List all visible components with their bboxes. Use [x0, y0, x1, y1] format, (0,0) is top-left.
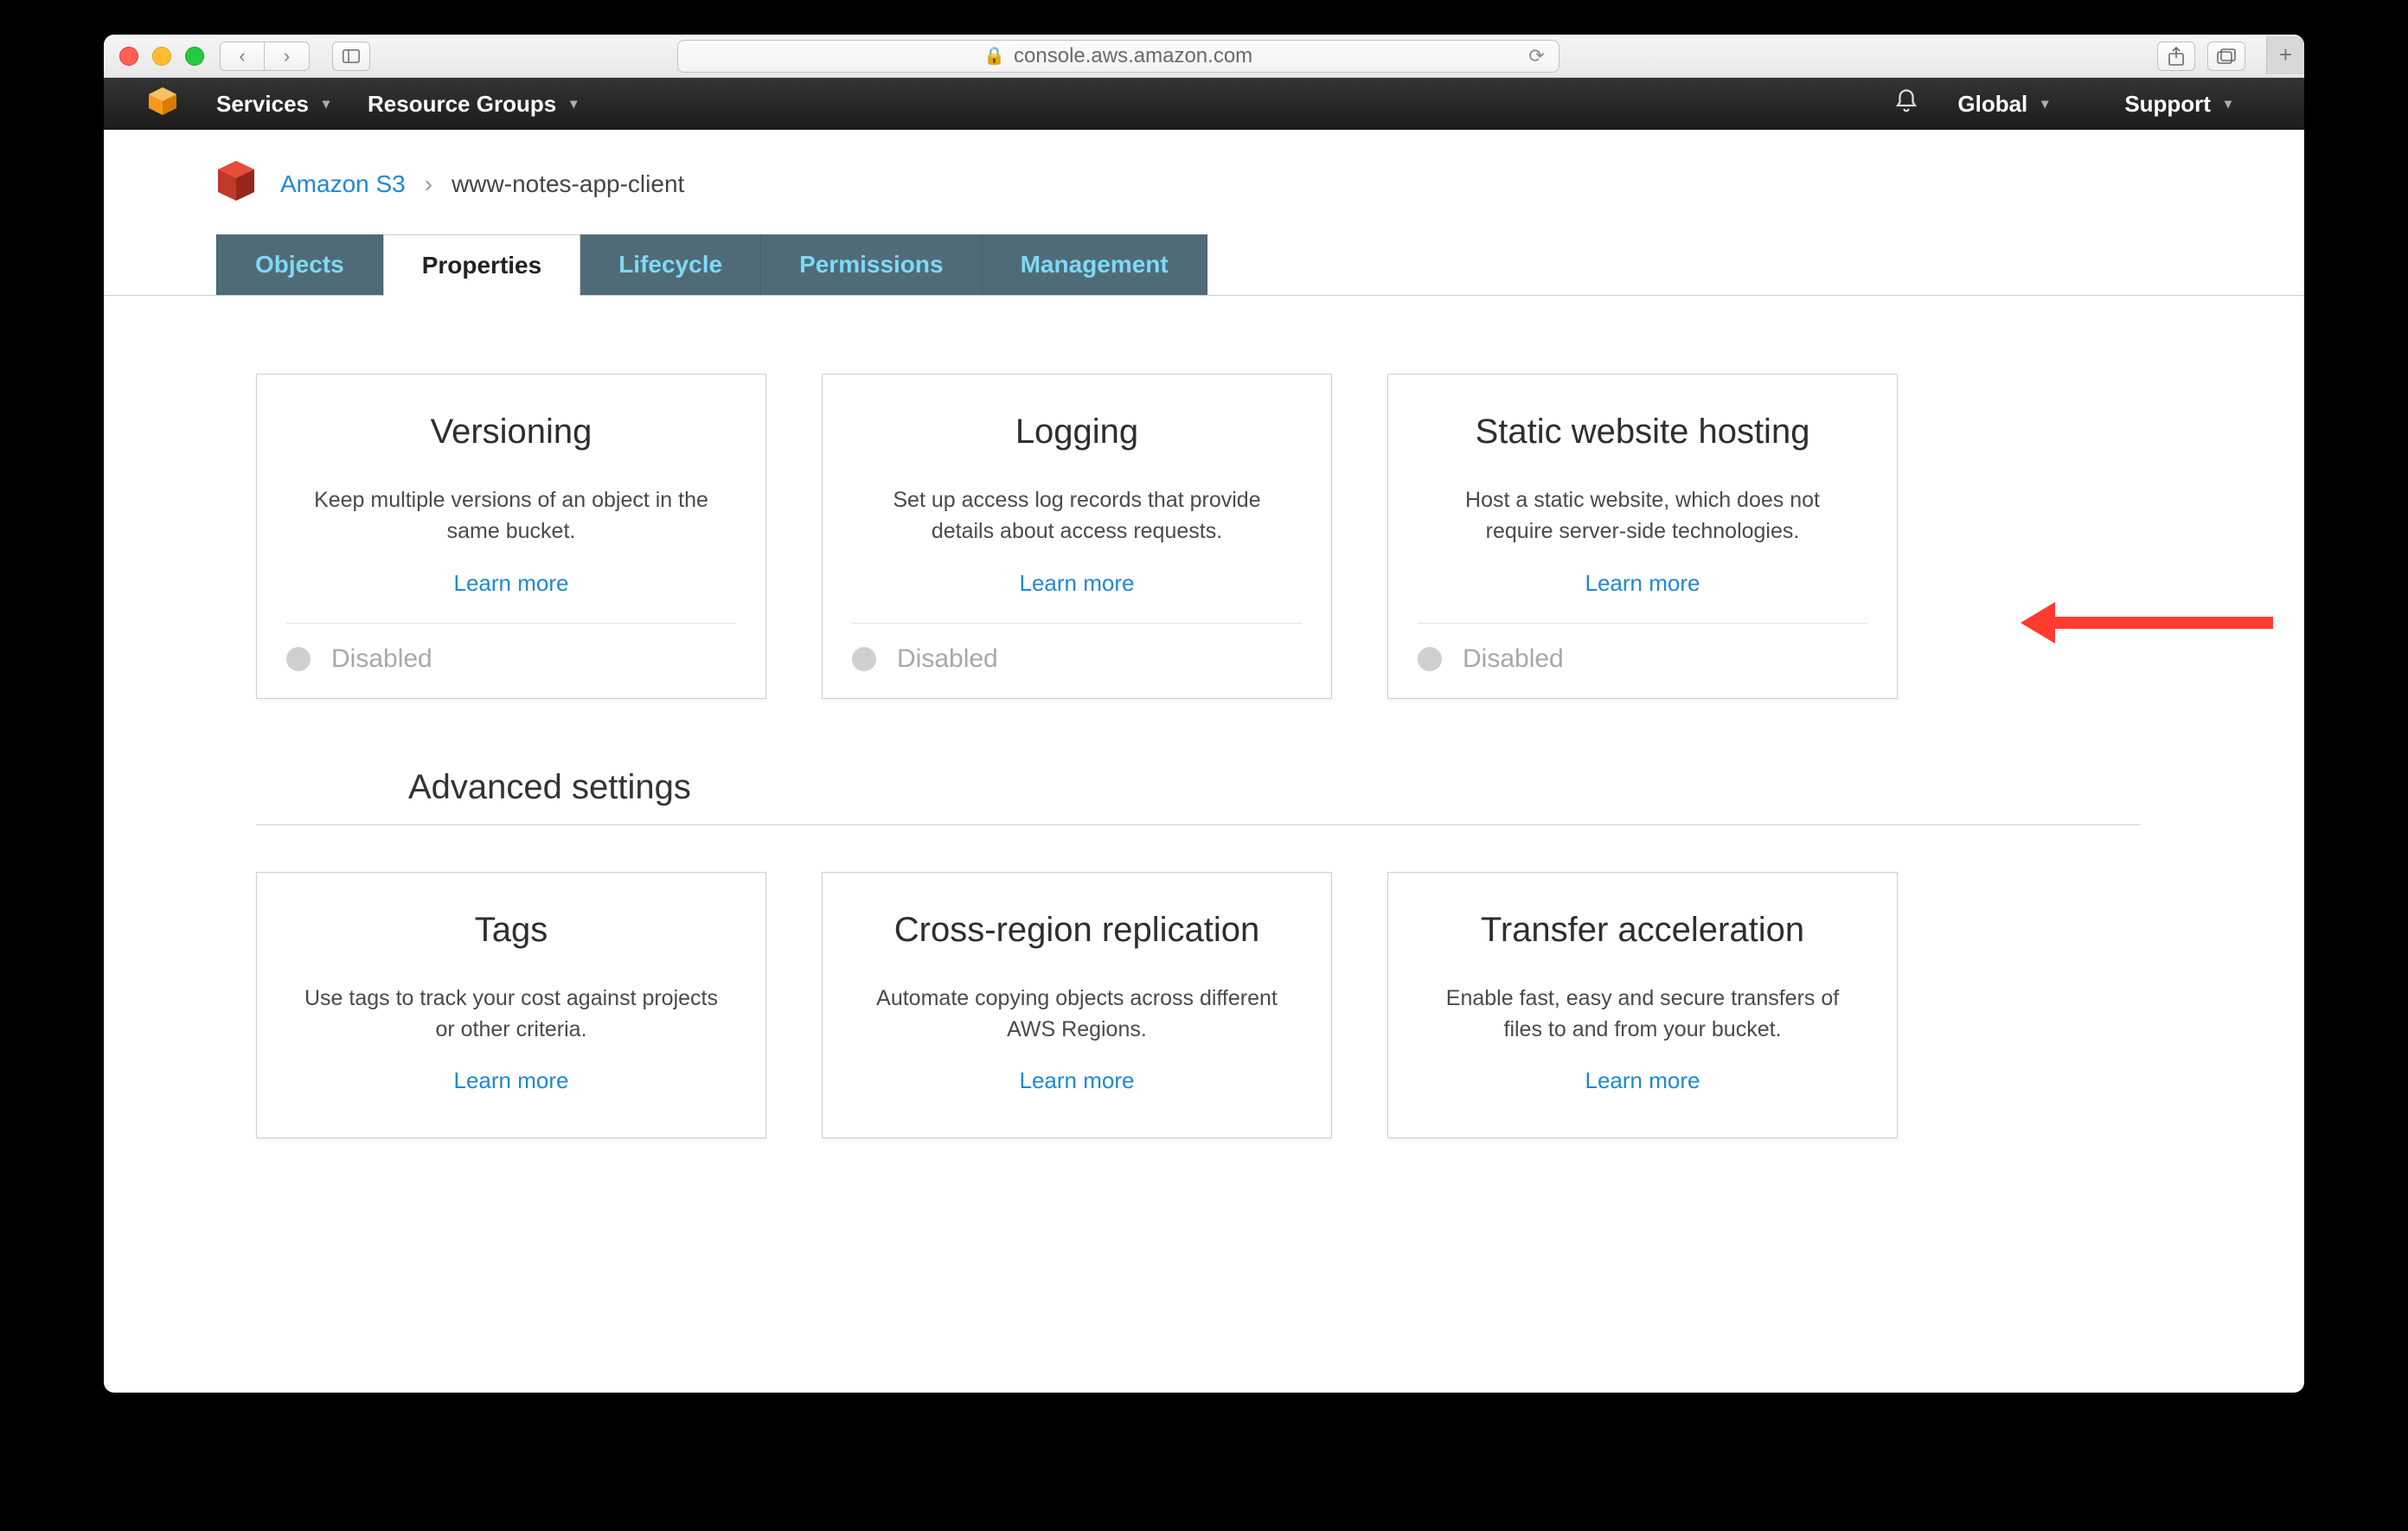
status-indicator-icon	[286, 647, 311, 671]
page-content: Amazon S3 › www-notes-app-client Objects…	[104, 130, 2304, 1138]
breadcrumb-service-link[interactable]: Amazon S3	[280, 170, 406, 198]
browser-titlebar: ‹ › 🔒 console.aws.amazon.com ⟳ +	[104, 35, 2304, 78]
share-icon	[2168, 47, 2185, 66]
card-footer: Disabled	[1418, 623, 1867, 698]
new-tab-button[interactable]: +	[2266, 36, 2304, 74]
tab-properties[interactable]: Properties	[383, 234, 581, 296]
services-menu[interactable]: Services ▾	[216, 91, 330, 118]
window-close-button[interactable]	[119, 47, 138, 66]
card-description: Automate copying objects across differen…	[869, 983, 1284, 1046]
section-divider	[256, 824, 2140, 825]
status-label: Disabled	[331, 644, 432, 674]
card-description: Keep multiple versions of an object in t…	[304, 484, 719, 548]
card-description: Host a static website, which does not re…	[1435, 484, 1850, 548]
aws-logo-icon[interactable]	[147, 86, 178, 123]
tab-permissions[interactable]: Permissions	[761, 234, 983, 295]
support-menu[interactable]: Support ▾	[2124, 91, 2232, 118]
browser-window: ‹ › 🔒 console.aws.amazon.com ⟳ + Service…	[104, 35, 2304, 1393]
card-title: Versioning	[286, 413, 736, 452]
section-heading-advanced: Advanced settings	[408, 768, 2304, 807]
properties-panel: Versioning Keep multiple versions of an …	[104, 296, 2304, 807]
tab-objects[interactable]: Objects	[216, 234, 383, 295]
breadcrumb-bucket-name: www-notes-app-client	[452, 170, 684, 198]
learn-more-link[interactable]: Learn more	[286, 570, 736, 597]
back-button[interactable]: ‹	[220, 42, 265, 71]
resource-groups-label: Resource Groups	[368, 91, 556, 118]
learn-more-link[interactable]: Learn more	[852, 1067, 1302, 1094]
chevron-down-icon: ▾	[323, 95, 330, 112]
window-zoom-button[interactable]	[185, 47, 204, 66]
window-controls	[119, 47, 204, 66]
address-bar[interactable]: 🔒 console.aws.amazon.com ⟳	[677, 40, 1559, 73]
card-description: Set up access log records that provide d…	[869, 484, 1284, 548]
address-text: console.aws.amazon.com	[1014, 44, 1252, 68]
cards-row-1: Versioning Keep multiple versions of an …	[256, 374, 2304, 699]
breadcrumb: Amazon S3 › www-notes-app-client	[104, 130, 2304, 234]
window-minimize-button[interactable]	[152, 47, 171, 66]
tab-management[interactable]: Management	[983, 234, 1207, 295]
tabs: Objects Properties Lifecycle Permissions…	[216, 234, 2304, 295]
learn-more-link[interactable]: Learn more	[1418, 570, 1867, 597]
card-description: Use tags to track your cost against proj…	[304, 983, 719, 1046]
s3-bucket-icon	[216, 159, 256, 208]
chevron-down-icon: ▾	[2225, 95, 2232, 112]
status-label: Disabled	[897, 644, 998, 674]
card-title: Cross-region replication	[852, 911, 1302, 950]
tabs-wrap: Objects Properties Lifecycle Permissions…	[104, 234, 2304, 296]
card-title: Static website hosting	[1418, 413, 1867, 452]
card-versioning[interactable]: Versioning Keep multiple versions of an …	[256, 374, 766, 699]
card-title: Transfer acceleration	[1418, 911, 1867, 950]
card-title: Tags	[286, 911, 736, 950]
sidebar-icon	[343, 49, 360, 63]
learn-more-link[interactable]: Learn more	[1418, 1067, 1867, 1094]
learn-more-link[interactable]: Learn more	[286, 1067, 736, 1094]
region-label: Global	[1957, 91, 2027, 118]
card-static-website-hosting[interactable]: Static website hosting Host a static web…	[1387, 374, 1898, 699]
card-cross-region-replication[interactable]: Cross-region replication Automate copyin…	[822, 872, 1332, 1139]
resource-groups-menu[interactable]: Resource Groups ▾	[368, 91, 577, 118]
card-logging[interactable]: Logging Set up access log records that p…	[822, 374, 1332, 699]
notifications-icon[interactable]	[1893, 88, 1919, 120]
breadcrumb-separator: ›	[425, 170, 432, 198]
support-label: Support	[2124, 91, 2211, 118]
aws-top-nav: Services ▾ Resource Groups ▾ Global ▾ Su…	[104, 78, 2304, 130]
card-footer: Disabled	[852, 623, 1302, 698]
card-footer: Disabled	[286, 623, 736, 698]
annotation-arrow-icon	[2021, 602, 2273, 644]
card-description: Enable fast, easy and secure transfers o…	[1435, 983, 1850, 1046]
tab-lifecycle[interactable]: Lifecycle	[580, 234, 761, 295]
status-label: Disabled	[1463, 644, 1564, 674]
reload-icon[interactable]: ⟳	[1528, 45, 1544, 67]
tabs-button[interactable]	[2207, 42, 2245, 71]
learn-more-link[interactable]: Learn more	[852, 570, 1302, 597]
chevron-down-icon: ▾	[2041, 95, 2048, 112]
aws-nav-right: Global ▾ Support ▾	[1893, 88, 2270, 120]
chevron-down-icon: ▾	[570, 95, 577, 112]
card-transfer-acceleration[interactable]: Transfer acceleration Enable fast, easy …	[1387, 872, 1898, 1139]
toolbar-right: +	[2157, 42, 2289, 71]
tabs-icon	[2217, 48, 2236, 64]
advanced-panel: Tags Use tags to track your cost against…	[104, 872, 2304, 1139]
nav-buttons: ‹ ›	[220, 42, 310, 71]
services-label: Services	[216, 91, 309, 118]
sidebar-toggle-button[interactable]	[332, 42, 370, 71]
lock-icon: 🔒	[983, 45, 1005, 67]
status-indicator-icon	[852, 647, 876, 671]
card-tags[interactable]: Tags Use tags to track your cost against…	[256, 872, 766, 1139]
forward-button[interactable]: ›	[265, 42, 310, 71]
share-button[interactable]	[2157, 42, 2195, 71]
cards-row-2: Tags Use tags to track your cost against…	[256, 872, 2304, 1139]
status-indicator-icon	[1418, 647, 1442, 671]
region-menu[interactable]: Global ▾	[1957, 91, 2048, 118]
card-title: Logging	[852, 413, 1302, 452]
